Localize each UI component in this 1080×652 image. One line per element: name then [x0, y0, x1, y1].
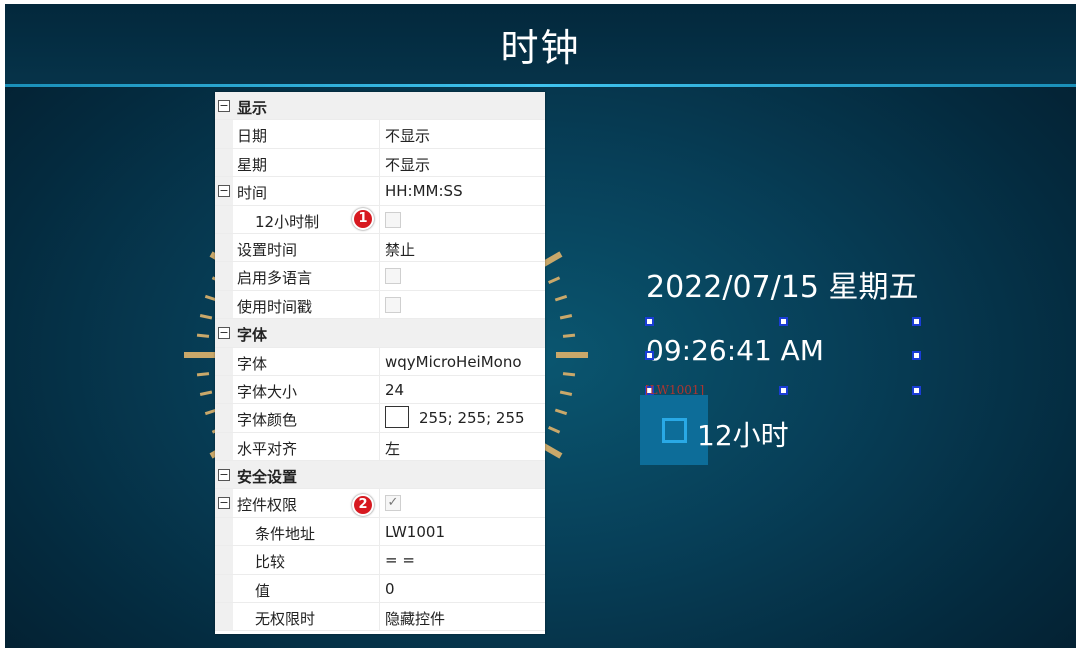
color-swatch[interactable]: [385, 405, 409, 428]
resize-handle-top-right[interactable]: [912, 317, 921, 326]
category-label: 安全设置: [237, 468, 298, 487]
annotation-badge-2: 2: [352, 494, 374, 516]
property-row-font-color[interactable]: 字体颜色 255; 255; 255: [215, 404, 545, 433]
category-display[interactable]: − 显示: [215, 92, 545, 121]
property-value[interactable]: wqyMicroHeiMono: [385, 353, 522, 371]
property-row-12hour[interactable]: 12小时制: [215, 205, 545, 234]
property-name: 控件权限: [237, 496, 298, 515]
12hour-toggle-label: 12小时: [697, 419, 789, 452]
property-row-font-size[interactable]: 字体大小 24: [215, 375, 545, 405]
resize-handle-middle-right[interactable]: [912, 351, 921, 360]
title-underline: [5, 84, 1076, 87]
permission-checkbox[interactable]: ✓: [385, 495, 401, 512]
property-name: 星期: [237, 155, 268, 174]
dial-tick: [548, 426, 561, 434]
collapse-icon[interactable]: −: [218, 469, 230, 482]
property-row-no-permission[interactable]: 无权限时 隐藏控件: [215, 603, 545, 632]
property-value[interactable]: 隐藏控件: [385, 608, 445, 629]
resize-handle-middle-left[interactable]: [645, 351, 654, 360]
property-row-timestamp[interactable]: 使用时间戳: [215, 290, 545, 320]
property-value[interactable]: HH:MM:SS: [385, 182, 463, 200]
property-name: 比较: [255, 553, 286, 572]
property-name: 日期: [237, 127, 268, 146]
property-value[interactable]: 禁止: [385, 239, 415, 260]
collapse-icon[interactable]: −: [218, 327, 230, 340]
title-bar: 时钟: [5, 4, 1076, 84]
dial-tick: [199, 314, 213, 320]
property-name: 使用时间戳: [237, 297, 313, 316]
resize-handle-bottom-center[interactable]: [779, 386, 788, 395]
property-row-address[interactable]: 条件地址 LW1001: [215, 517, 545, 547]
property-row-permission[interactable]: − 控件权限 ✓: [215, 489, 545, 518]
dial-tick: [562, 333, 576, 338]
category-label: 显示: [237, 99, 268, 117]
property-name: 设置时间: [237, 240, 298, 259]
property-value[interactable]: LW1001: [385, 523, 445, 541]
dial-tick: [559, 390, 573, 396]
resize-handle-top-center[interactable]: [779, 317, 788, 326]
color-value-text: 255; 255; 255: [419, 409, 525, 428]
resize-handle-bottom-right[interactable]: [912, 386, 921, 395]
property-name: 时间: [237, 184, 268, 203]
dial-tick: [196, 333, 210, 338]
multilang-checkbox[interactable]: [385, 268, 401, 285]
property-value[interactable]: 0: [385, 580, 395, 598]
property-name: 字体: [237, 354, 268, 373]
timestamp-checkbox[interactable]: [385, 296, 401, 313]
property-value-color[interactable]: 255; 255; 255: [385, 405, 525, 428]
property-value[interactable]: 不显示: [385, 125, 430, 146]
dial-tick: [554, 408, 568, 416]
screen-title: 时钟: [500, 25, 581, 70]
property-name: 启用多语言: [237, 269, 313, 288]
dial-tick: [548, 276, 561, 284]
clock-time-display[interactable]: 09:26:41 AM: [646, 334, 824, 367]
property-name: 字体大小: [237, 382, 298, 401]
clock-date-display: 2022/07/15 星期五: [646, 270, 919, 305]
property-row-value[interactable]: 值 0: [215, 574, 545, 604]
dial-tick: [554, 294, 568, 302]
property-row-compare[interactable]: 比较 = =: [215, 546, 545, 575]
12hour-checkbox[interactable]: [385, 211, 401, 228]
dial-tick: [562, 372, 576, 377]
dial-tick: [559, 314, 573, 320]
collapse-icon[interactable]: −: [218, 497, 230, 510]
property-row-time[interactable]: − 时间 HH:MM:SS: [215, 177, 545, 206]
dial-tick: [199, 390, 213, 396]
property-row-multilang[interactable]: 启用多语言: [215, 262, 545, 291]
property-value[interactable]: 24: [385, 381, 404, 399]
property-row-weekday[interactable]: 星期 不显示: [215, 148, 545, 178]
property-row-date[interactable]: 日期 不显示: [215, 120, 545, 149]
property-grid: − 显示 日期 不显示 星期 不显示 − 时间 HH:MM:SS 12小时制 设…: [215, 92, 545, 634]
dial-tick: [196, 372, 210, 377]
property-name: 字体颜色: [237, 411, 298, 430]
collapse-icon[interactable]: −: [218, 185, 230, 198]
property-row-align[interactable]: 水平对齐 左: [215, 432, 545, 462]
property-value[interactable]: = =: [385, 551, 415, 569]
property-row-font[interactable]: 字体 wqyMicroHeiMono: [215, 347, 545, 376]
property-value[interactable]: 左: [385, 438, 400, 459]
property-name: 水平对齐: [237, 439, 298, 458]
category-font[interactable]: − 字体: [215, 319, 545, 348]
annotation-badge-1: 1: [352, 208, 374, 230]
property-name: 12小时制: [255, 212, 320, 231]
property-name: 条件地址: [255, 524, 316, 543]
property-value[interactable]: 不显示: [385, 154, 430, 175]
resize-handle-top-left[interactable]: [645, 317, 654, 326]
collapse-icon[interactable]: −: [218, 100, 230, 112]
checkbox-icon[interactable]: [662, 418, 687, 443]
property-name: 值: [255, 581, 271, 600]
property-name: 无权限时: [255, 610, 316, 629]
category-security[interactable]: − 安全设置: [215, 461, 545, 490]
property-row-set-time[interactable]: 设置时间 禁止: [215, 233, 545, 263]
category-label: 字体: [237, 326, 268, 345]
